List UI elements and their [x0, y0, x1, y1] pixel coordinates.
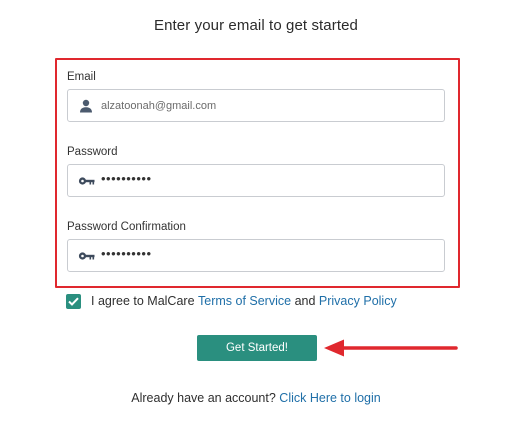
- privacy-policy-link[interactable]: Privacy Policy: [319, 294, 397, 308]
- get-started-button[interactable]: Get Started!: [197, 335, 317, 361]
- password-confirmation-field[interactable]: ••••••••••: [67, 239, 445, 272]
- agree-and-text: and: [291, 294, 319, 308]
- agreement-row: I agree to MalCare Terms of Service and …: [66, 292, 397, 310]
- key-icon: [71, 165, 101, 196]
- password-confirmation-label: Password Confirmation: [67, 221, 186, 233]
- password-label: Password: [67, 146, 118, 158]
- terms-of-service-link[interactable]: Terms of Service: [198, 294, 291, 308]
- page-title: Enter your email to get started: [153, 17, 359, 34]
- email-field[interactable]: alzatoonah@gmail.com: [67, 89, 445, 122]
- password-value: ••••••••••: [101, 171, 152, 186]
- password-field[interactable]: ••••••••••: [67, 164, 445, 197]
- email-label: Email: [67, 71, 96, 83]
- login-link[interactable]: Click Here to login: [279, 391, 380, 405]
- agree-checkbox[interactable]: [66, 293, 81, 309]
- annotation-arrow-icon: [324, 339, 458, 357]
- user-icon: [71, 90, 101, 121]
- checkmark-icon: [68, 297, 79, 306]
- email-value: alzatoonah@gmail.com: [101, 99, 217, 112]
- agree-text: I agree to MalCare: [91, 294, 198, 308]
- login-prompt: Already have an account? Click Here to l…: [0, 391, 512, 405]
- password-confirmation-value: ••••••••••: [101, 246, 152, 261]
- key-icon: [71, 240, 101, 271]
- login-prompt-text: Already have an account?: [131, 391, 280, 405]
